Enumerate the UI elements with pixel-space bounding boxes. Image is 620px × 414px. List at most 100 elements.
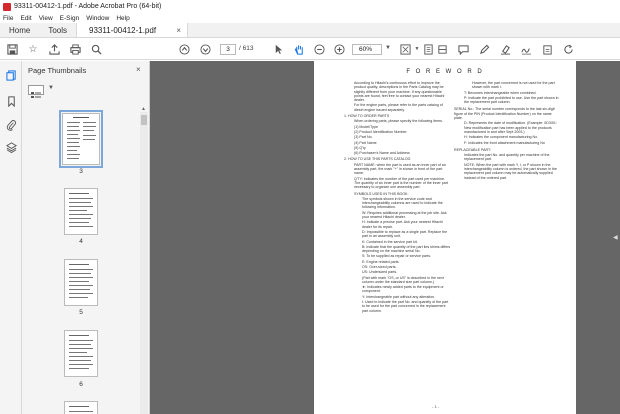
toolbar: ☆ 3 / 613 60% ▼ ▼ — [0, 39, 620, 60]
symbol-item: (Part with mark "OS, or US" is described… — [362, 275, 444, 284]
thumbnail-options-dropdown-icon[interactable]: ▼ — [48, 85, 54, 91]
fit-page-icon[interactable] — [399, 43, 411, 55]
symbol-item: B: Indicate that the quantity of the par… — [362, 244, 451, 254]
section-heading: 1. HOW TO ORDER PARTS — [344, 114, 390, 119]
document-page: F O R E W O R D According to Hitachi's c… — [314, 61, 576, 414]
section-heading: SYMBOLS USED IN THIS BOOK: — [354, 191, 409, 196]
title-bar: 93311-00412-1.pdf - Adobe Acrobat Pro (6… — [0, 0, 620, 13]
thumbnail-page-6[interactable] — [64, 330, 98, 377]
symbol-item: K: Contained in the service part kit. — [362, 239, 418, 244]
list-item: (1) Model/Type — [354, 124, 378, 129]
thumbnail-options-button[interactable] — [28, 85, 44, 98]
menu-window[interactable]: Window — [86, 15, 109, 22]
expand-right-panel-icon[interactable]: ◀ — [613, 234, 618, 241]
print-icon[interactable] — [69, 43, 81, 55]
section-heading: 2. HOW TO USE THIS PARTS CATALOG — [344, 157, 411, 162]
highlighter-icon[interactable] — [499, 43, 511, 55]
symbol-item: T: Becomes interchangeable when combined… — [464, 90, 537, 95]
save-icon[interactable] — [6, 43, 18, 55]
menu-view[interactable]: View — [39, 15, 53, 22]
list-item: (4) Part Name — [354, 140, 377, 145]
paragraph: When ordering parts, please specify the … — [354, 119, 443, 124]
symbol-item: S: To be supplied as repair or service p… — [362, 254, 432, 259]
sign-icon[interactable] — [520, 43, 532, 55]
menu-help[interactable]: Help — [116, 15, 129, 22]
symbol-item: E: Engine related parts. — [362, 259, 400, 264]
thumbnail-page-5[interactable] — [64, 259, 98, 306]
page-display-icon[interactable] — [422, 43, 434, 55]
collapse-panel-icon[interactable]: ◀ — [153, 234, 158, 241]
definition-item: SERIAL No.: The serial number correspond… — [454, 107, 555, 121]
thumbnail-page-4[interactable] — [64, 188, 98, 235]
menu-esign[interactable]: E-Sign — [60, 15, 80, 22]
window-title: 93311-00412-1.pdf - Adobe Acrobat Pro (6… — [14, 3, 162, 10]
hand-icon[interactable] — [293, 43, 305, 55]
symbol-item: D: Impossible to replace as a single par… — [362, 229, 448, 239]
tab-close-button[interactable]: × — [176, 26, 181, 35]
zoom-dropdown-icon[interactable]: ▼ — [385, 45, 391, 51]
layers-icon[interactable] — [5, 141, 17, 153]
page-down-icon[interactable] — [199, 43, 211, 55]
thumbnail-scrollbar[interactable] — [140, 112, 148, 414]
zoom-out-icon[interactable] — [313, 43, 325, 55]
tab-document[interactable]: 93311-00412-1.pdf × — [76, 23, 189, 37]
acrobat-logo-icon — [3, 2, 11, 11]
tab-tools[interactable]: Tools — [39, 23, 76, 37]
tab-bar: Home Tools 93311-00412-1.pdf × — [0, 23, 620, 38]
list-item: (2) Product Identification Number — [354, 129, 407, 134]
symbol-item: H: Indicate a precise part. Ask your nea… — [362, 220, 443, 229]
attachments-icon[interactable] — [5, 119, 17, 131]
menu-bar: File Edit View E-Sign Window Help — [0, 13, 620, 23]
paragraph: For the engine parts, please refer to th… — [354, 103, 443, 112]
left-text-column: According to Hitachi's continuous effort… — [344, 81, 452, 314]
list-item: (6) Purchaser's Name and Address — [354, 151, 410, 156]
thumbnail-scrollbar-thumb[interactable] — [141, 115, 147, 125]
comment-icon[interactable] — [457, 43, 469, 55]
symbol-item: Y: Interchangeable part without any alte… — [362, 294, 436, 299]
rotate-icon[interactable] — [562, 43, 574, 55]
share-icon[interactable] — [541, 43, 553, 55]
section-heading: REPLACEABLE PART: — [454, 147, 491, 152]
symbol-item: I: Used to indicate the part No. and qua… — [362, 300, 449, 313]
symbol-item: P: Indicate the part prohibited to use. … — [464, 95, 559, 105]
paragraph: According to Hitachi's continuous effort… — [354, 81, 445, 103]
zoom-in-icon[interactable] — [333, 43, 345, 55]
bookmark-star-icon[interactable]: ☆ — [27, 43, 39, 55]
symbol-item: ★: Indicates newly added parts to the eq… — [362, 285, 444, 294]
note: NOTE: When the part with mark Y, I, or P… — [464, 162, 557, 180]
scroll-up-arrow-icon[interactable]: ▲ — [141, 106, 146, 112]
thumbnail-label-6: 6 — [79, 381, 83, 388]
thumbnail-label-4: 4 — [79, 238, 83, 245]
list-item: (5) Q'ty — [354, 145, 366, 150]
upload-icon[interactable] — [48, 43, 60, 55]
symbol-item: W: Requires additional processing at the… — [362, 210, 447, 220]
thumbnail-label-3: 3 — [79, 168, 83, 175]
definition-item: F: Indicates the front attachment manufa… — [464, 140, 545, 145]
page-total: / 613 — [239, 45, 254, 52]
pen-icon[interactable] — [478, 43, 490, 55]
paragraph: Indicates the part No. and quantity per … — [464, 153, 550, 162]
zoom-level-field[interactable]: 60% — [352, 44, 382, 55]
tab-home[interactable]: Home — [0, 23, 39, 37]
page-number-input[interactable]: 3 — [220, 44, 236, 55]
paragraph: However, the part concerned is not used … — [472, 81, 555, 90]
page-up-icon[interactable] — [178, 43, 190, 55]
thumbnail-page-3[interactable] — [59, 110, 103, 168]
menu-file[interactable]: File — [3, 15, 13, 22]
scroll-icon[interactable] — [436, 43, 448, 55]
page-thumbnails-icon[interactable] — [5, 69, 17, 81]
select-cursor-icon[interactable] — [272, 43, 284, 55]
tab-document-label: 93311-00412-1.pdf — [89, 25, 157, 35]
symbol-item: OS: Over-sized parts. — [362, 264, 397, 269]
paragraph: Q'TY: indicates the number of the part u… — [354, 176, 448, 190]
menu-edit[interactable]: Edit — [20, 15, 31, 22]
search-icon[interactable] — [90, 43, 102, 55]
page-heading: F O R E W O R D — [406, 69, 484, 75]
panel-close-button[interactable]: × — [136, 65, 141, 74]
definition-item: D: Represents the date of modification. … — [464, 121, 557, 134]
right-text-column: However, the part concerned is not used … — [454, 81, 560, 181]
left-tool-rail — [0, 61, 22, 414]
thumbnail-page-7[interactable] — [64, 401, 98, 414]
bookmarks-icon[interactable] — [5, 95, 17, 107]
definition-item: H: Indicates the component manufacturing… — [464, 135, 539, 140]
